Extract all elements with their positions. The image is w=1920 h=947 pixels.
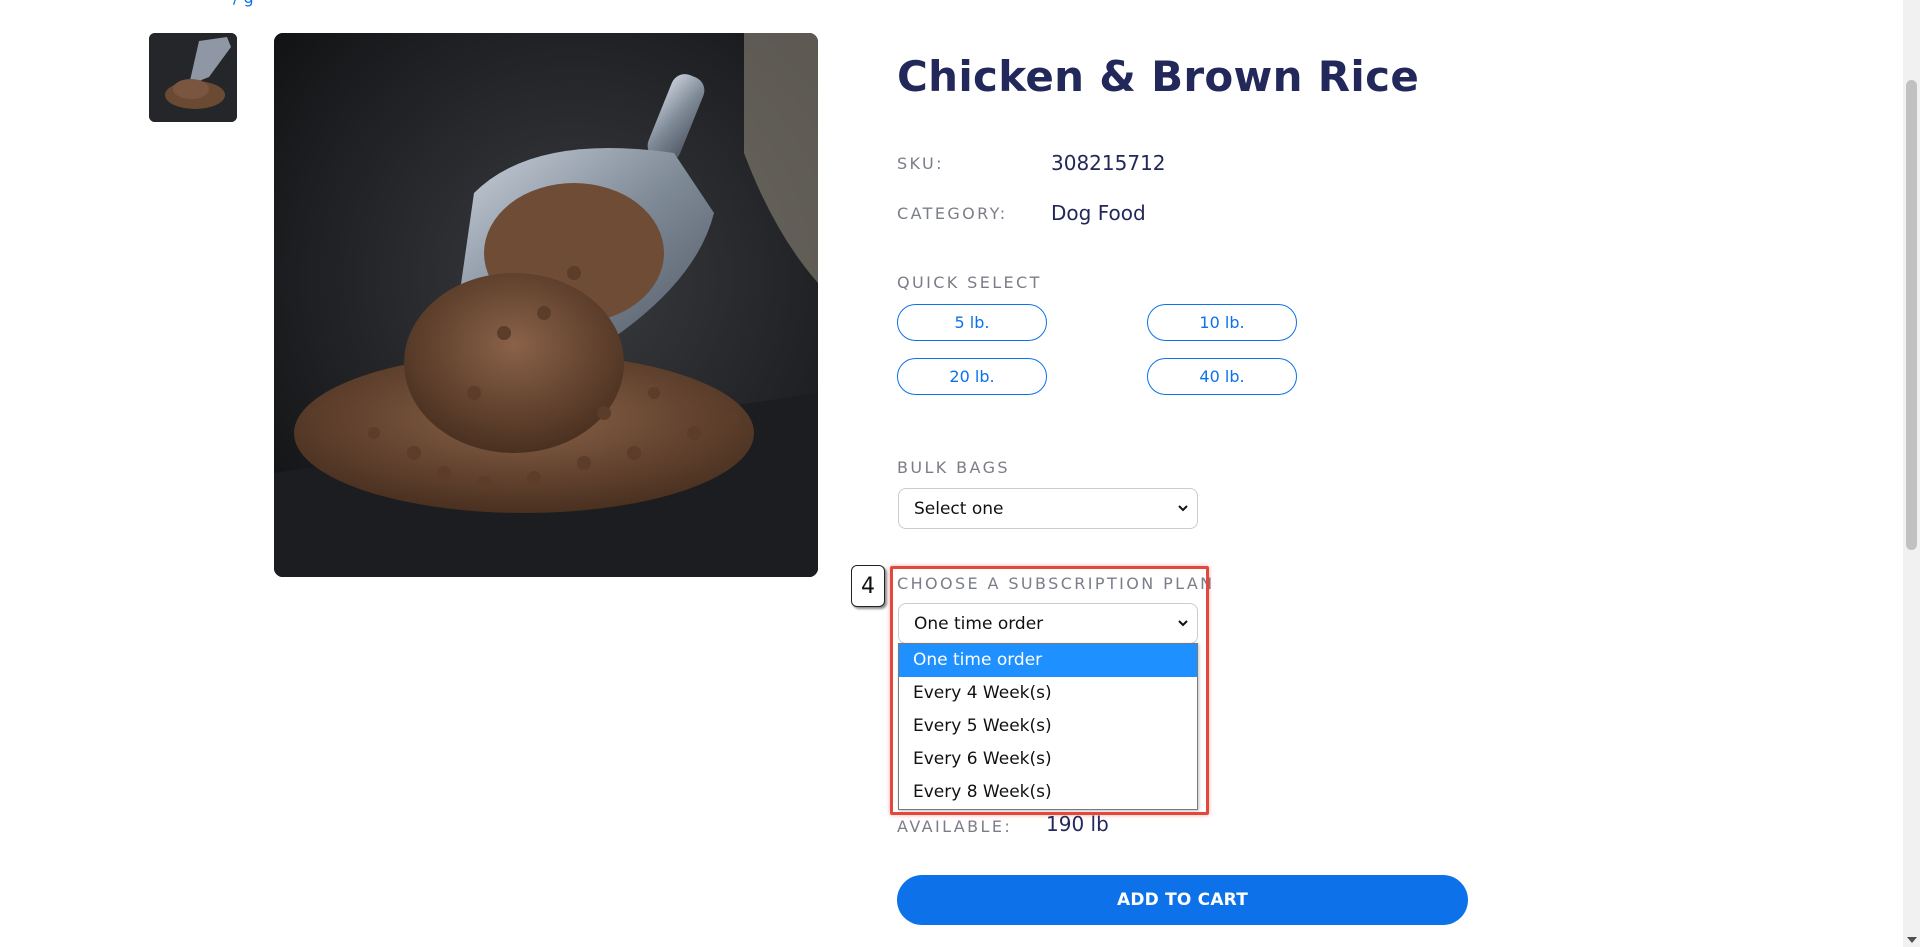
scrollbar-thumb[interactable] — [1906, 80, 1917, 550]
available-value: 190 lb — [1046, 812, 1109, 836]
annotation-highlight-box — [890, 566, 1209, 815]
quick-select-40lb-button[interactable]: 40 lb. — [1147, 358, 1297, 395]
page-scrollbar[interactable] — [1903, 0, 1920, 947]
scroll-down-arrow-icon[interactable] — [1907, 937, 1917, 943]
kibble-scoop-image — [274, 33, 818, 577]
sku-value: 308215712 — [1051, 151, 1166, 175]
available-label: AVAILABLE: — [897, 817, 1013, 836]
product-title: Chicken & Brown Rice — [897, 52, 1420, 101]
bulk-bags-select-value: Select one — [914, 498, 1004, 519]
annotation-number-badge: 4 — [851, 565, 885, 607]
product-thumbnail[interactable] — [149, 33, 237, 122]
quick-select-10lb-button[interactable]: 10 lb. — [1147, 304, 1297, 341]
kibble-scoop-thumbnail-image — [149, 33, 237, 122]
breadcrumb-fragment[interactable]: / g — [233, 0, 254, 7]
add-to-cart-button[interactable]: ADD TO CART — [897, 875, 1468, 925]
chevron-down-icon — [1178, 505, 1188, 512]
category-label: CATEGORY: — [897, 204, 1008, 223]
bulk-bags-label: BULK BAGS — [897, 458, 1010, 477]
sku-label: SKU: — [897, 154, 944, 173]
bulk-bags-select[interactable]: Select one — [898, 488, 1198, 529]
quick-select-5lb-button[interactable]: 5 lb. — [897, 304, 1047, 341]
quick-select-label: QUICK SELECT — [897, 273, 1042, 292]
category-value: Dog Food — [1051, 201, 1146, 225]
quick-select-20lb-button[interactable]: 20 lb. — [897, 358, 1047, 395]
product-main-image — [274, 33, 818, 577]
